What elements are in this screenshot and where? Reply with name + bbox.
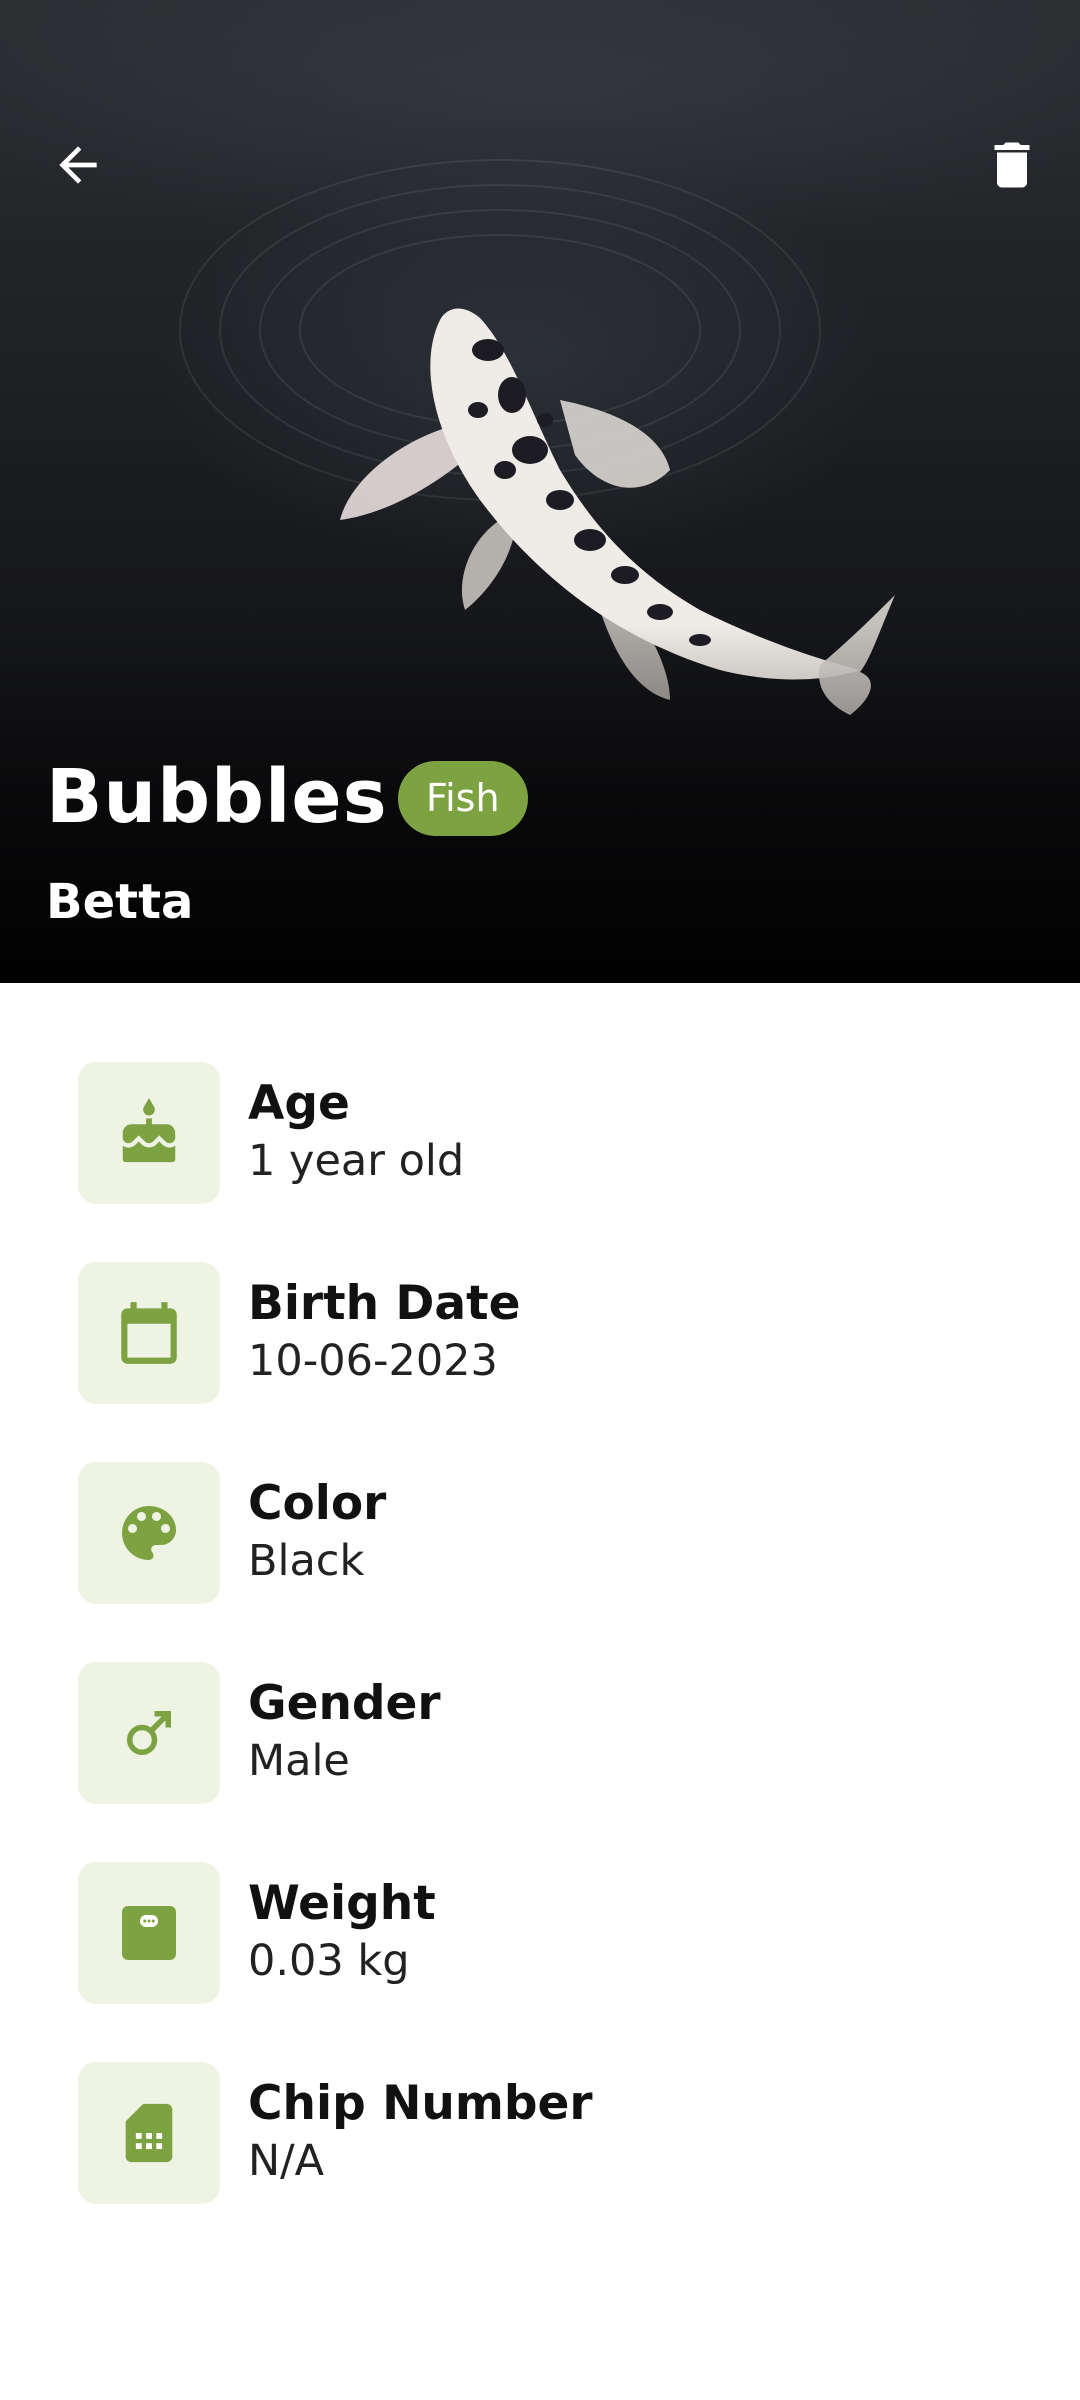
- delete-button[interactable]: [964, 117, 1060, 213]
- detail-row-weight: Weight 0.03 kg: [0, 1862, 1080, 2004]
- detail-value: 0.03 kg: [248, 1936, 410, 1986]
- detail-row-chip-number: Chip Number N/A: [0, 2062, 1080, 2204]
- trash-icon: [994, 142, 1030, 188]
- species-badge: Fish: [398, 761, 528, 836]
- back-button[interactable]: [30, 117, 126, 213]
- detail-value: Male: [248, 1736, 350, 1786]
- calendar-icon: [78, 1262, 220, 1404]
- detail-value: 1 year old: [248, 1136, 465, 1186]
- detail-label: Age: [248, 1076, 350, 1131]
- detail-row-age: Age 1 year old: [0, 1062, 1080, 1204]
- sim-card-icon: [78, 2062, 220, 2204]
- detail-label: Weight: [248, 1876, 436, 1931]
- detail-label: Birth Date: [248, 1276, 521, 1331]
- detail-row-color: Color Black: [0, 1462, 1080, 1604]
- detail-value: Black: [248, 1536, 365, 1586]
- cake-icon: [78, 1062, 220, 1204]
- detail-row-gender: Gender Male: [0, 1662, 1080, 1804]
- pet-name: Bubbles: [46, 754, 388, 840]
- detail-label: Chip Number: [248, 2076, 593, 2131]
- pet-breed: Betta: [46, 874, 194, 930]
- detail-value: N/A: [248, 2136, 325, 2186]
- detail-value: 10-06-2023: [248, 1336, 498, 1386]
- palette-icon: [78, 1462, 220, 1604]
- detail-row-birth-date: Birth Date 10-06-2023: [0, 1262, 1080, 1404]
- male-icon: [78, 1662, 220, 1804]
- detail-label: Gender: [248, 1676, 441, 1731]
- arrow-back-icon: [59, 146, 97, 184]
- scale-icon: [78, 1862, 220, 2004]
- detail-label: Color: [248, 1476, 387, 1531]
